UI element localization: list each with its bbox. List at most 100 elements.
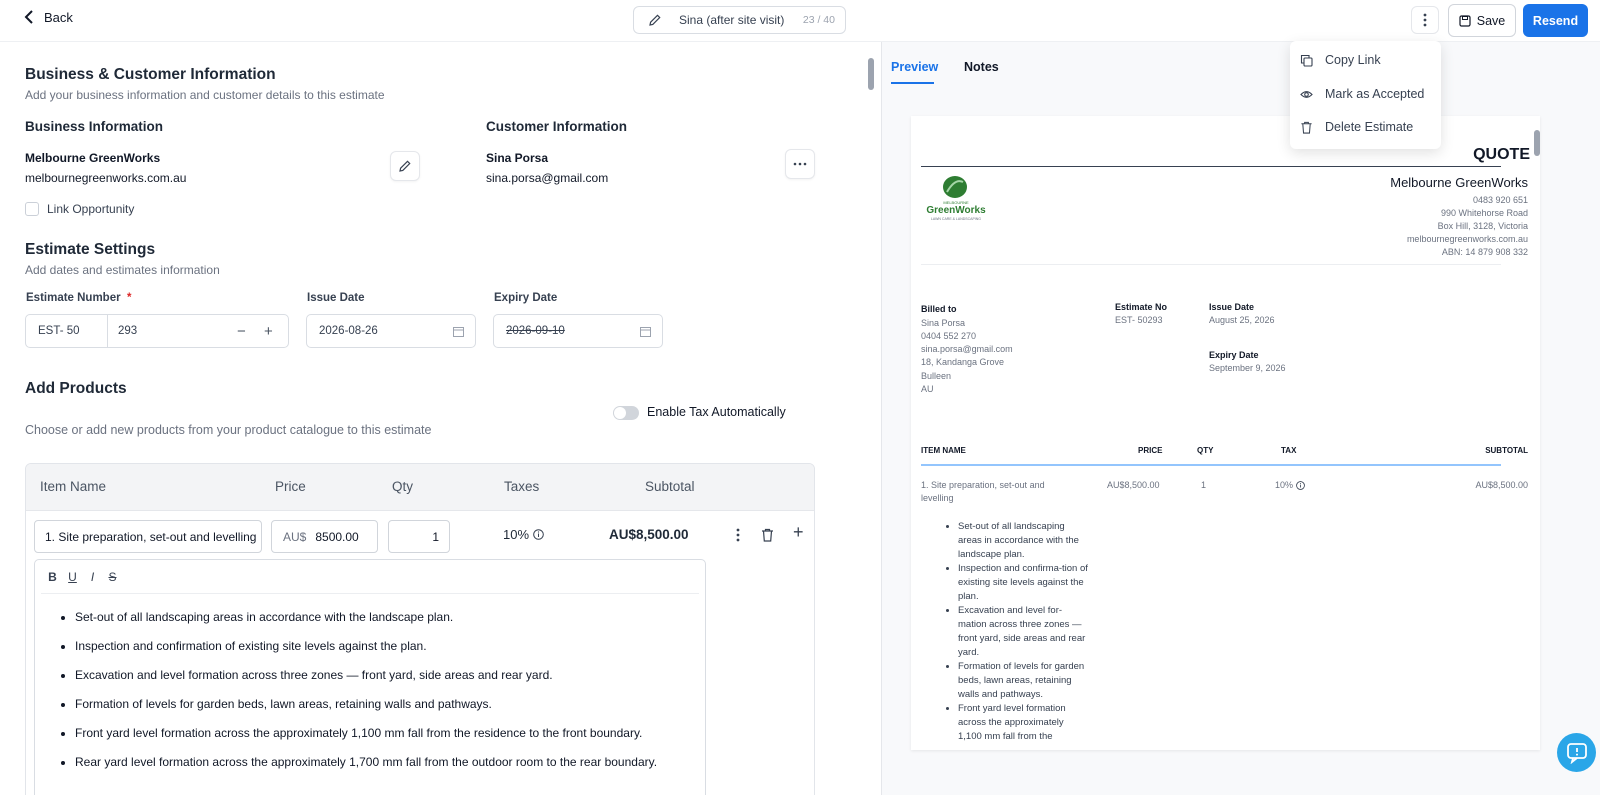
company-street: 990 Whitehorse Road: [1440, 208, 1528, 218]
billed-line: Bulleen: [921, 371, 952, 381]
estimate-number-input[interactable]: 293: [118, 325, 137, 337]
issue-date-value: August 25, 2026: [1209, 315, 1275, 325]
item-name-input[interactable]: 1. Site preparation, set-out and levelli…: [34, 520, 262, 553]
info-icon: [1296, 480, 1305, 490]
eye-icon: [1300, 90, 1313, 98]
estimate-no-label: Estimate No: [1115, 302, 1168, 312]
expiry-date-label: Expiry Date: [494, 292, 558, 304]
underline-button[interactable]: U: [67, 570, 78, 584]
quote-preview-document: QUOTE MELBOURNE GreenWorks LAWN CARE & L…: [911, 116, 1540, 750]
strikethrough-button[interactable]: S: [107, 570, 118, 584]
edit-business-button[interactable]: [390, 151, 420, 181]
save-button[interactable]: Save: [1448, 4, 1516, 37]
column-header: PRICE: [1138, 446, 1163, 455]
estimate-settings-title: Estimate Settings: [25, 241, 156, 258]
enable-tax-label: Enable Tax Automatically: [647, 405, 786, 419]
list-item: Front yard level formation across the ap…: [958, 702, 1088, 744]
customer-options-button[interactable]: [785, 149, 815, 179]
business-info-heading: Business Information: [25, 119, 164, 134]
list-item: Excavation and level formation across th…: [75, 666, 685, 684]
item-subtotal: AU$8,500.00: [1475, 480, 1528, 490]
description-editor[interactable]: B U I S Set-out of all landscaping areas…: [34, 559, 706, 795]
list-item: Set-out of all landscaping areas in acco…: [958, 520, 1088, 562]
estimate-form: Business & Customer Information Add your…: [0, 42, 870, 795]
chevron-left-icon: [24, 10, 33, 24]
pencil-icon: [399, 160, 411, 172]
tab-preview[interactable]: Preview: [891, 60, 938, 74]
currency-label: AU$: [283, 529, 307, 544]
estimate-prefix: EST- 50: [38, 325, 80, 337]
info-icon[interactable]: [533, 529, 544, 540]
editor-toolbar: B U I S: [47, 570, 118, 584]
company-suburb: Box Hill, 3128, Victoria: [1437, 221, 1528, 231]
vertical-dots-icon[interactable]: [736, 528, 740, 542]
enable-tax-toggle[interactable]: [613, 406, 639, 420]
copy-icon: [1300, 54, 1313, 67]
menu-item-label: Mark as Accepted: [1325, 87, 1425, 101]
field-divider: [107, 315, 108, 347]
logo-tagline: LAWN CARE & LANDSCAPING: [930, 217, 982, 221]
issue-date-label: Issue Date: [307, 292, 365, 304]
list-item: Inspection and confirmation of existing …: [75, 637, 685, 655]
column-header: SUBTOTAL: [1485, 446, 1528, 455]
qty-input[interactable]: 1: [388, 520, 450, 553]
item-bullets: Set-out of all landscaping areas in acco…: [958, 520, 1088, 744]
table-header: Item Name Price Qty Taxes Subtotal: [26, 464, 814, 511]
business-section-title: Business & Customer Information: [25, 66, 276, 83]
item-name-line: levelling: [921, 493, 954, 503]
more-options-button[interactable]: [1411, 6, 1439, 34]
title-char-count: 23 / 40: [802, 14, 835, 26]
item-qty: 1: [1201, 480, 1207, 490]
options-menu: Copy Link Mark as Accepted Delete Estima…: [1290, 41, 1441, 149]
estimate-number-label: Estimate Number *: [26, 292, 132, 304]
expiry-date-input[interactable]: 2026-09-10: [493, 314, 663, 348]
column-header: Item Name: [40, 479, 107, 494]
item-tax: 10%: [1275, 480, 1305, 490]
billed-line: 18, Kandanga Grove: [921, 357, 1005, 367]
list-item: Formation of levels for garden beds, law…: [958, 660, 1088, 702]
billed-line: AU: [921, 384, 934, 394]
estimate-title-text: Sina (after site visit): [679, 13, 785, 27]
back-label: Back: [44, 9, 73, 25]
increment-button[interactable]: +: [264, 323, 273, 340]
price-input[interactable]: AU$ 8500.00: [271, 520, 378, 553]
menu-item-copy-link[interactable]: Copy Link: [1300, 53, 1381, 67]
estimate-title-field[interactable]: Sina (after site visit) 23 / 40: [633, 6, 846, 34]
link-opportunity-label: Link Opportunity: [47, 202, 135, 216]
doc-title: QUOTE: [1473, 146, 1530, 163]
preview-scrollbar[interactable]: [1532, 120, 1542, 750]
trash-icon[interactable]: [761, 528, 774, 542]
active-tab-indicator: [891, 82, 934, 84]
tab-notes[interactable]: Notes: [964, 60, 999, 74]
customer-email: sina.porsa@gmail.com: [486, 171, 609, 185]
link-opportunity-checkbox[interactable]: [25, 202, 39, 216]
form-scrollbar[interactable]: [866, 46, 876, 791]
menu-item-delete-estimate[interactable]: Delete Estimate: [1300, 120, 1413, 134]
decrement-button[interactable]: −: [237, 323, 246, 340]
toolbar-divider: [41, 593, 699, 594]
resend-button[interactable]: Resend: [1523, 4, 1588, 37]
column-header: Price: [275, 479, 306, 494]
floppy-disk-icon: [1459, 14, 1471, 27]
scrollbar-thumb[interactable]: [1534, 130, 1540, 156]
description-list: Set-out of all landscaping areas in acco…: [75, 608, 685, 782]
issue-date-value: 2026-08-26: [319, 325, 378, 337]
horizontal-dots-icon: [793, 162, 807, 166]
issue-date-input[interactable]: 2026-08-26: [306, 314, 476, 348]
chat-help-icon: [1566, 742, 1587, 764]
column-header: Taxes: [504, 479, 540, 494]
scrollbar-thumb[interactable]: [868, 58, 874, 90]
business-website: melbournegreenworks.com.au: [25, 171, 187, 185]
list-item: Rear yard level formation across the app…: [75, 753, 685, 771]
add-row-button[interactable]: +: [793, 522, 804, 543]
back-button[interactable]: Back: [22, 9, 73, 25]
bold-button[interactable]: B: [47, 570, 58, 584]
expiry-date-value: September 9, 2026: [1209, 363, 1286, 373]
list-item: Excavation and level for-mation across t…: [958, 604, 1088, 660]
calendar-icon: [453, 326, 464, 337]
help-chat-button[interactable]: [1557, 733, 1596, 772]
menu-item-mark-accepted[interactable]: Mark as Accepted: [1300, 87, 1424, 101]
italic-button[interactable]: I: [87, 570, 98, 584]
billed-line: sina.porsa@gmail.com: [921, 344, 1013, 354]
menu-item-label: Copy Link: [1325, 53, 1381, 67]
